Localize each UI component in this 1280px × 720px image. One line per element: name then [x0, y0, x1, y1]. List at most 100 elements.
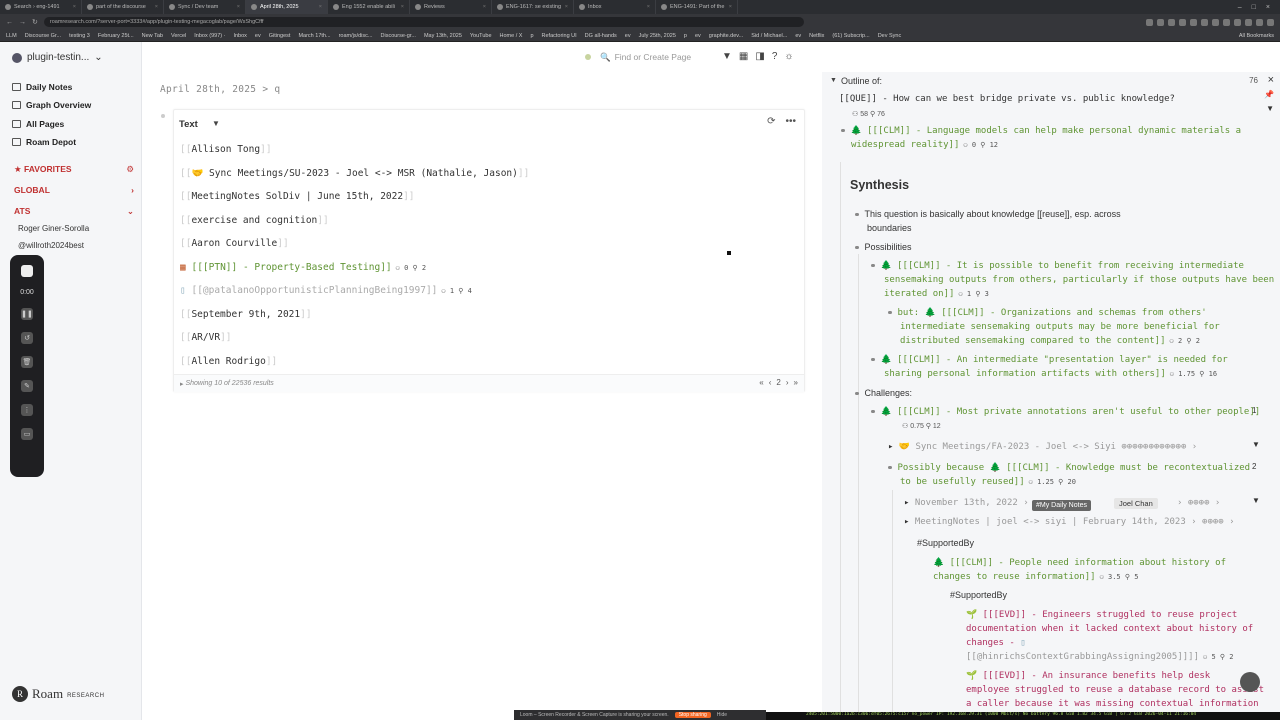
bookmark-item[interactable]: May 13th, 2025 [424, 33, 462, 39]
tab-close-icon[interactable]: × [565, 4, 568, 10]
expand-triangle-icon[interactable]: ▸ [904, 517, 909, 527]
claim-block[interactable]: Possibly because 🌲 [[[CLM]] - Knowledge … [888, 461, 1250, 475]
query-result-row[interactable]: [[AR/VR]] [180, 332, 232, 343]
restart-icon[interactable]: ↺ [21, 332, 33, 344]
hide-button[interactable]: Hide [717, 712, 727, 718]
extension-icon[interactable] [1212, 18, 1219, 26]
extension-icon[interactable] [1190, 18, 1197, 26]
query-column-header[interactable]: Text [179, 119, 198, 130]
extension-icon[interactable] [1168, 18, 1175, 26]
back-icon[interactable]: ← [6, 19, 13, 26]
ats-section[interactable]: ATS ⌄ [14, 206, 134, 217]
block-ref-count[interactable]: 2 [1252, 462, 1256, 471]
query-result-row[interactable]: [[MeetingNotes SolDiv | June 15th, 2022]… [180, 191, 415, 202]
search-input[interactable]: 🔍 Find or Create Page [600, 49, 710, 65]
graph-switcher[interactable]: plugin-testin... ⌄ [12, 52, 103, 63]
synthesis-heading[interactable]: Synthesis [850, 178, 909, 192]
extension-icon[interactable] [1146, 18, 1153, 26]
calendar-icon[interactable]: ▦ [739, 51, 748, 62]
filter-icon[interactable]: ▼ [1252, 496, 1260, 505]
bookmark-item[interactable]: Discourse-gr... [381, 33, 416, 39]
minimize-icon[interactable]: – [1238, 4, 1242, 11]
breadcrumb-date[interactable]: April 28th, 2025 [160, 84, 256, 95]
bookmark-item[interactable]: p [684, 33, 687, 39]
query-result-row[interactable]: ▦ [[[PTN]] - Property-Based Testing]] ⚇ 0… [180, 262, 426, 273]
tab-close-icon[interactable]: × [73, 4, 76, 10]
tab-close-icon[interactable]: × [483, 4, 486, 10]
tag-supportedby[interactable]: #SupportedBy [950, 588, 1007, 602]
bookmark-item[interactable]: February 25t... [98, 33, 134, 39]
tab-close-icon[interactable]: × [401, 4, 404, 10]
browser-tab[interactable]: Eng 1552 enable abili × [328, 0, 410, 14]
bookmark-item[interactable]: Inbox [233, 33, 246, 39]
possibilities-block[interactable]: Possibilities [855, 240, 912, 254]
reference-block[interactable]: ▸ 🤝 Sync Meetings/FA-2023 - Joel <-> Siy… [888, 440, 1197, 454]
page-chip[interactable]: Joel Chan [1114, 498, 1158, 509]
expand-triangle-icon[interactable]: ▸ [904, 498, 909, 508]
query-result-row[interactable]: ▯ [[@patalanoOpportunisticPlanningBeing1… [180, 285, 472, 296]
url-field[interactable]: roamresearch.com/?server-port=3333#/app/… [43, 17, 804, 27]
expand-triangle-icon[interactable]: ▸ [888, 442, 893, 452]
bookmark-item[interactable]: New Tab [142, 33, 163, 39]
sidebar-item-graph-overview[interactable]: Graph Overview [12, 100, 91, 110]
extension-icon[interactable] [1245, 18, 1252, 26]
synthesis-block[interactable]: This question is basically about knowled… [855, 207, 1121, 221]
block-bullet[interactable] [161, 114, 165, 118]
prev-page-icon[interactable]: ‹ [769, 378, 772, 387]
browser-tab[interactable]: ENG-1491: Part of the × [656, 0, 738, 14]
bookmark-item[interactable]: Dev Sync [878, 33, 902, 39]
extension-icon[interactable] [1234, 18, 1241, 26]
more-icon[interactable]: ••• [785, 116, 796, 127]
bookmark-item[interactable]: DG all-hands [585, 33, 617, 39]
tab-close-icon[interactable]: × [237, 4, 240, 10]
last-page-icon[interactable]: » [794, 378, 798, 387]
sidebar-item-daily-notes[interactable]: Daily Notes [12, 82, 72, 92]
claim-block[interactable]: 🌲 [[[CLM]] - Most private annotations ar… [871, 405, 1260, 419]
pause-icon[interactable]: ❚❚ [21, 308, 33, 320]
help-icon[interactable]: ? [772, 51, 778, 62]
filter-icon[interactable]: ▼ [722, 51, 732, 62]
first-page-icon[interactable]: « [759, 378, 763, 387]
reference-block[interactable]: ▸ MeetingNotes | joel <-> siyi | Februar… [904, 515, 1235, 529]
stop-sharing-button[interactable]: Stop sharing [674, 712, 711, 718]
extension-icon[interactable] [1256, 18, 1263, 26]
claim-block[interactable]: 🌲 [[[CLM]] - People need information abo… [933, 556, 1226, 570]
claim-block[interactable]: 🌲 [[[CLM]] - Language models can help ma… [841, 124, 1241, 138]
browser-tab[interactable]: part of the discourse × [82, 0, 164, 14]
forward-icon[interactable]: → [19, 19, 26, 26]
bookmark-item[interactable]: (61) Subscrip... [832, 33, 869, 39]
evidence-citation[interactable]: [[@hinrichsContextGrabbingAssigning2005]… [966, 650, 1233, 664]
browser-tab[interactable]: ENG-1617: se existing × [492, 0, 574, 14]
breadcrumb-page[interactable]: q [274, 84, 280, 95]
reference-block[interactable]: ▸ November 13th, 2022 › [904, 496, 1029, 510]
bookmark-item[interactable]: Netflix [809, 33, 824, 39]
bookmark-item[interactable]: July 25th, 2025 [639, 33, 676, 39]
query-result-row[interactable]: [[Allen Rodrigo]] [180, 356, 277, 367]
evidence-block[interactable]: 🌱 [[[EVD]] - Engineers struggled to reus… [966, 608, 1237, 622]
bookmark-item[interactable]: Refactoring UI [542, 33, 577, 39]
help-button[interactable] [1240, 672, 1260, 692]
draw-icon[interactable]: ✎ [21, 380, 33, 392]
collapse-triangle-icon[interactable]: ▼ [830, 77, 837, 84]
filter-icon[interactable]: ▼ [1266, 104, 1274, 113]
trash-icon[interactable]: 🗑 [21, 356, 33, 368]
next-page-icon[interactable]: › [786, 378, 789, 387]
tab-close-icon[interactable]: × [155, 4, 158, 10]
extension-icon[interactable] [1267, 18, 1274, 26]
bookmark-item[interactable]: All Bookmarks [1239, 33, 1274, 39]
bookmark-item[interactable]: Discourse Gr... [25, 33, 61, 39]
favorites-section[interactable]: ★ FAVORITES ⚙ [14, 164, 134, 175]
query-result-row[interactable]: [[🤝 Sync Meetings/SU-2023 - Joel <-> MSR… [180, 168, 529, 179]
extension-icon[interactable] [1223, 18, 1230, 26]
browser-tab[interactable]: Reviews × [410, 0, 492, 14]
bookmark-item[interactable]: graphite.dev... [709, 33, 743, 39]
tab-close-icon[interactable]: × [647, 4, 650, 10]
settings-sliders-icon[interactable]: ⚙ [126, 164, 134, 175]
claim-block[interactable]: 🌲 [[[CLM]] - An intermediate "presentati… [871, 353, 1228, 367]
bookmark-item[interactable]: Home / X [500, 33, 523, 39]
bookmark-item[interactable]: March 17th... [298, 33, 330, 39]
shortcut-item[interactable]: @willroth2024best [18, 241, 84, 250]
claim-block[interactable]: 🌲 [[[CLM]] - It is possible to benefit f… [871, 259, 1244, 273]
filter-icon[interactable]: ▼ [1252, 440, 1260, 449]
question-title[interactable]: [[QUE]] - How can we best bridge private… [839, 92, 1175, 106]
